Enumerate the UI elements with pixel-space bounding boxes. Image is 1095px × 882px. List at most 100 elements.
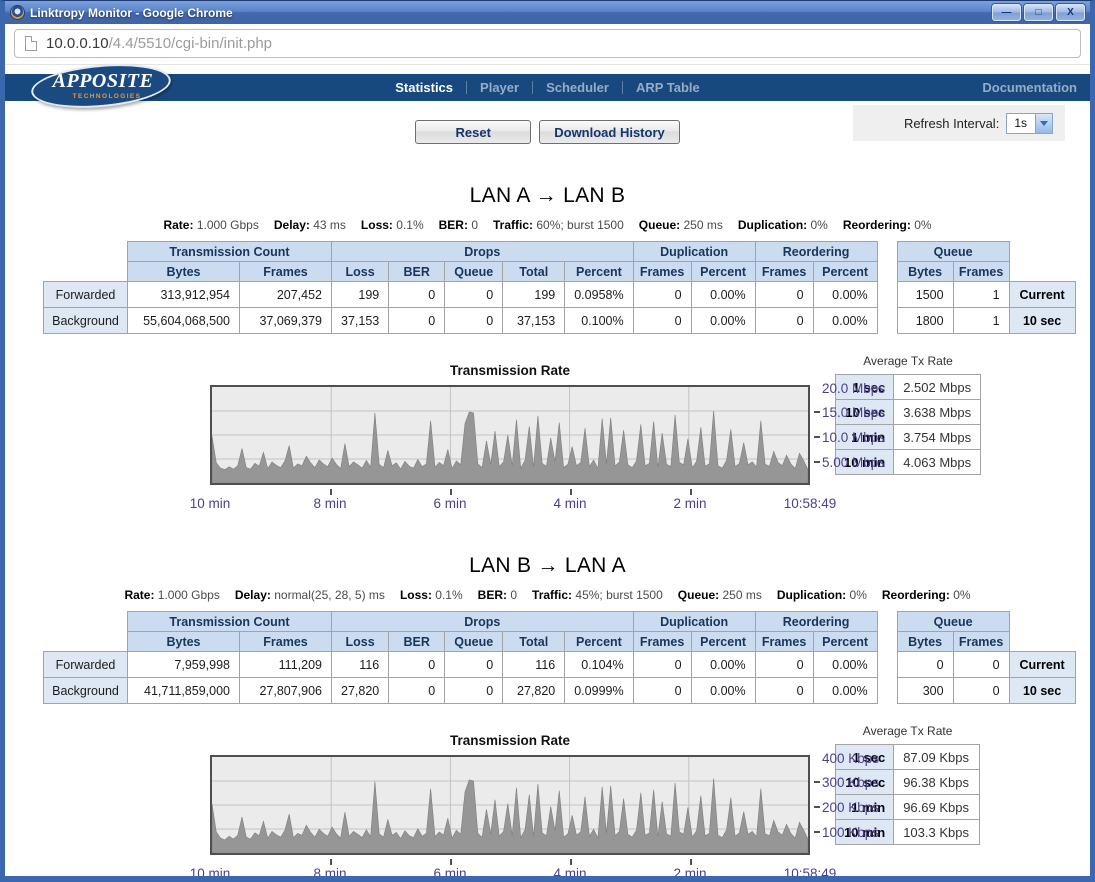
group-header: Drops — [332, 612, 634, 632]
stat-cell: 0 — [755, 282, 813, 308]
url-host: 10.0.0.10 — [46, 35, 109, 52]
param-label: Reordering: — [843, 218, 911, 232]
x-tick-mark — [330, 859, 332, 865]
param: Traffic: 45%; burst 1500 — [532, 588, 663, 602]
group-header: Queue — [897, 242, 1009, 262]
logo-name: APPOSITE — [45, 70, 161, 93]
refresh-interval-select[interactable]: 1s — [1006, 113, 1053, 134]
nav-item-arp-table[interactable]: ARP Table — [623, 80, 713, 95]
y-tick-mark — [814, 781, 820, 783]
param-label: Loss: — [361, 218, 393, 232]
column-header: Frames — [240, 632, 332, 652]
window-title: Linktropy Monitor - Google Chrome — [30, 6, 992, 20]
chart-plot-area — [210, 755, 810, 855]
column-header: Frames — [755, 632, 813, 652]
reset-button[interactable]: Reset — [415, 120, 531, 144]
nav-strip: APPOSITE TECHNOLOGIES Statistics Player … — [5, 74, 1090, 101]
blank-cell — [1009, 612, 1075, 632]
nav-menu: Statistics Player Scheduler ARP Table — [382, 80, 713, 95]
param: Duplication: 0% — [777, 588, 867, 602]
avg-tx-rate-title: Average Tx Rate — [835, 354, 981, 368]
column-header: Queue — [445, 262, 503, 282]
param: Delay: normal(25, 28, 5) ms — [235, 588, 385, 602]
stat-cell: 0.104% — [565, 652, 633, 678]
avg-value: 3.754 Mbps — [894, 425, 981, 450]
column-header: Frames — [633, 632, 691, 652]
stat-cell: 27,807,906 — [240, 678, 332, 704]
param-value: 0% — [953, 588, 970, 602]
toolbar: Reset Download History Refresh Interval:… — [5, 107, 1090, 157]
column-header: BER — [389, 262, 445, 282]
group-header: Reordering — [755, 612, 877, 632]
queue-cell: 1 — [953, 282, 1009, 308]
stat-cell: 0 — [445, 282, 503, 308]
group-header: Transmission Count — [128, 612, 332, 632]
maximize-button[interactable]: □ — [1024, 4, 1053, 21]
stat-cell: 313,912,954 — [128, 282, 240, 308]
stat-cell: 37,153 — [503, 308, 565, 334]
table-row: Background 41,711,859,000 27,807,906 27,… — [44, 678, 878, 704]
section-title-lan-b-a: LAN B → LAN A — [5, 554, 1090, 578]
stat-cell: 0 — [389, 282, 445, 308]
param-value: 250 ms — [683, 218, 722, 232]
queue-row-label: 10 sec — [1009, 308, 1075, 334]
y-axis-label: 15.0 Mbps — [822, 405, 906, 420]
nav-item-player[interactable]: Player — [467, 80, 532, 95]
avg-value: 4.063 Mbps — [894, 450, 981, 475]
x-tick-mark — [450, 859, 452, 865]
row-label: Background — [44, 678, 128, 704]
queue-table-lan-a-b: Queue Bytes Frames 1500 1 Current 1800 1… — [897, 241, 1076, 334]
column-header: Percent — [691, 262, 755, 282]
queue-row-label: Current — [1009, 652, 1075, 678]
x-tick-mark — [570, 859, 572, 865]
param-label: Traffic: — [532, 588, 572, 602]
link-params-line: Rate: 1.000 Gbps Delay: 43 ms Loss: 0.1%… — [5, 218, 1090, 232]
y-axis-label: 300 Kbps — [822, 775, 906, 790]
table-row: Forwarded 7,959,998 111,209 116 0 0 116 … — [44, 652, 878, 678]
param-label: BER: — [439, 218, 468, 232]
transmission-rate-chart-lan-b-a: Transmission Rate 400 Kbps 300 Kbps 200 … — [210, 733, 810, 882]
stat-cell: 0.00% — [813, 282, 877, 308]
y-tick-mark — [814, 436, 820, 438]
stat-cell: 0.100% — [565, 308, 633, 334]
x-tick-mark — [330, 489, 332, 495]
group-header: Reordering — [755, 242, 877, 262]
column-header: Bytes — [897, 262, 953, 282]
x-tick-mark — [690, 859, 692, 865]
stat-cell: 0 — [389, 308, 445, 334]
y-axis-label: 10.0 Mbps — [822, 430, 906, 445]
param: Reordering: 0% — [843, 218, 932, 232]
column-header: Bytes — [897, 632, 953, 652]
queue-cell: 1500 — [897, 282, 953, 308]
titlebar: Linktropy Monitor - Google Chrome — □ X — [5, 1, 1090, 24]
column-header: Frames — [755, 262, 813, 282]
close-button[interactable]: X — [1056, 4, 1085, 21]
nav-item-documentation[interactable]: Documentation — [982, 80, 1077, 95]
column-header: Percent — [813, 632, 877, 652]
param-label: Rate: — [163, 218, 193, 232]
address-bar[interactable]: 10.0.0.10/4.4/5510/cgi-bin/init.php — [14, 29, 1081, 58]
chrome-icon — [10, 5, 25, 20]
column-header: Frames — [953, 632, 1009, 652]
download-history-button[interactable]: Download History — [539, 120, 680, 144]
param: Traffic: 60%; burst 1500 — [493, 218, 624, 232]
logo-subtitle: TECHNOLOGIES — [57, 93, 157, 100]
stat-cell: 207,452 — [240, 282, 332, 308]
x-tick-mark — [570, 489, 572, 495]
avg-value: 96.38 Kbps — [894, 770, 980, 795]
blank-cell — [1009, 262, 1075, 282]
queue-cell: 1800 — [897, 308, 953, 334]
nav-item-scheduler[interactable]: Scheduler — [533, 80, 622, 95]
column-header: Queue — [445, 632, 503, 652]
queue-row-label: 10 sec — [1009, 678, 1075, 704]
x-axis-label: 6 min — [433, 866, 466, 881]
nav-item-statistics[interactable]: Statistics — [382, 80, 466, 95]
stat-cell: 0 — [633, 282, 691, 308]
minimize-button[interactable]: — — [992, 4, 1021, 21]
stat-cell: 0 — [755, 308, 813, 334]
browser-window: Linktropy Monitor - Google Chrome — □ X … — [0, 0, 1095, 882]
y-axis-label: 100 Kbps — [822, 825, 906, 840]
param-value: 250 ms — [722, 588, 761, 602]
x-tick-mark — [690, 489, 692, 495]
link-params-line: Rate: 1.000 Gbps Delay: normal(25, 28, 5… — [5, 588, 1090, 602]
